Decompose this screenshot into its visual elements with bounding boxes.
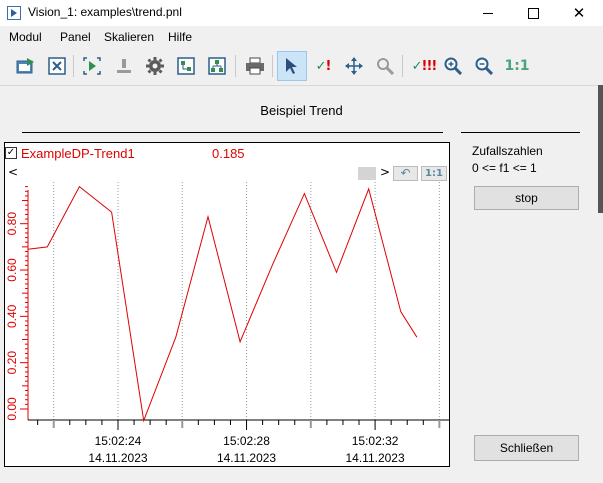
y-tick-label: 0.40 <box>5 304 19 328</box>
alert-summary-button[interactable]: ✓!!! <box>410 54 438 78</box>
close-panel-action-button[interactable]: Schließen <box>474 435 579 461</box>
maximize-button[interactable] <box>510 0 556 26</box>
y-tick-label: 0.80 <box>5 212 19 236</box>
trend-one-to-one-button[interactable]: 1:1 <box>421 166 447 181</box>
panel-topology-button[interactable] <box>174 54 198 78</box>
title-bar: Vision_1: examples\trend.pnl ✕ <box>0 0 603 26</box>
x-time-label: 15:02:24 <box>95 434 142 448</box>
open-panel-button[interactable] <box>14 54 38 78</box>
maximize-icon <box>527 7 539 19</box>
curve-visibility-checkbox[interactable]: ✓ <box>5 147 17 159</box>
panel-structure-button[interactable] <box>205 54 229 78</box>
y-tick-label: 0.00 <box>5 397 19 421</box>
close-panel-button[interactable] <box>45 54 69 78</box>
x-date-label: 14.11.2023 <box>88 451 147 465</box>
move-tool-button[interactable] <box>342 54 366 78</box>
trend-series-line <box>27 185 418 423</box>
gear-icon <box>146 57 164 75</box>
panel-title: Beispiel Trend <box>260 103 343 118</box>
pause-button[interactable] <box>112 54 136 78</box>
stop-button[interactable]: stop <box>474 186 579 210</box>
trend-scroll-thumb[interactable] <box>358 167 376 180</box>
undo-zoom-button[interactable]: ↶ <box>393 166 418 181</box>
window-edge <box>598 85 603 213</box>
search-button[interactable] <box>373 54 397 78</box>
minimize-icon <box>483 12 493 14</box>
zoom-reset-button[interactable]: 1:1 <box>503 54 531 78</box>
printer-icon <box>246 57 264 75</box>
cursor-arrow-icon <box>286 58 297 74</box>
check-alerts-icon: ✓!!! <box>411 58 438 74</box>
menu-bar: Modul Panel Skalieren Hilfe <box>0 27 603 47</box>
x-date-label: 14.11.2023 <box>217 451 276 465</box>
random-range: 0 <= f1 <= 1 <box>472 161 537 175</box>
close-icon: ✕ <box>572 3 586 22</box>
run-icon <box>83 57 101 75</box>
check-alert-icon: ✓! <box>315 58 332 74</box>
curve-value: 0.185 <box>212 146 245 161</box>
zoom-in-icon <box>444 57 462 75</box>
x-time-label: 15:02:28 <box>223 434 270 448</box>
side-divider <box>461 132 580 133</box>
pause-icon <box>117 59 131 73</box>
menu-modul[interactable]: Modul <box>9 30 42 44</box>
y-tick-label: 0.60 <box>5 258 19 282</box>
curve-name: ExampleDP-Trend1 <box>21 146 135 161</box>
random-caption: Zufallszahlen <box>472 144 543 158</box>
panel-topology-icon <box>177 57 195 75</box>
toolbar-separator <box>73 55 74 77</box>
settings-button[interactable] <box>143 54 167 78</box>
menu-panel[interactable]: Panel <box>60 30 91 44</box>
search-icon <box>377 58 394 75</box>
toolbar-separator <box>235 55 236 77</box>
zoom-in-button[interactable] <box>441 54 465 78</box>
x-date-label: 14.11.2023 <box>345 451 404 465</box>
panel-structure-icon <box>208 57 226 75</box>
run-button[interactable] <box>80 54 104 78</box>
menu-hilfe[interactable]: Hilfe <box>168 30 192 44</box>
undo-icon: ↶ <box>400 166 411 180</box>
zoom-out-icon <box>475 57 493 75</box>
toolbar-separator <box>272 55 273 77</box>
close-panel-icon <box>48 57 66 75</box>
print-button[interactable] <box>243 54 267 78</box>
zoom-out-button[interactable] <box>472 54 496 78</box>
open-panel-icon <box>16 58 34 74</box>
alert-check-button[interactable]: ✓! <box>311 54 335 78</box>
zoom-reset-label: 1:1 <box>504 58 530 74</box>
window-title: Vision_1: examples\trend.pnl <box>28 5 182 19</box>
minimize-button[interactable] <box>465 0 511 26</box>
toolbar: ✓! ✓!!! 1:1 <box>0 47 603 86</box>
scroll-left-button[interactable]: < <box>8 165 18 179</box>
close-button[interactable]: ✕ <box>556 0 602 26</box>
menu-skalieren[interactable]: Skalieren <box>104 30 154 44</box>
title-divider <box>22 132 443 133</box>
y-tick-label: 0.20 <box>5 351 19 375</box>
move-arrows-icon <box>345 57 363 75</box>
select-tool-button[interactable] <box>277 51 307 81</box>
trend-chart: 0.00 0.20 0.40 0.60 0.80 15:02:24 14.11.2023 15… <box>5 182 449 465</box>
toolbar-separator <box>402 55 403 77</box>
scroll-right-button[interactable]: > <box>380 165 390 179</box>
x-time-label: 15:02:32 <box>352 434 399 448</box>
app-icon <box>7 6 21 20</box>
